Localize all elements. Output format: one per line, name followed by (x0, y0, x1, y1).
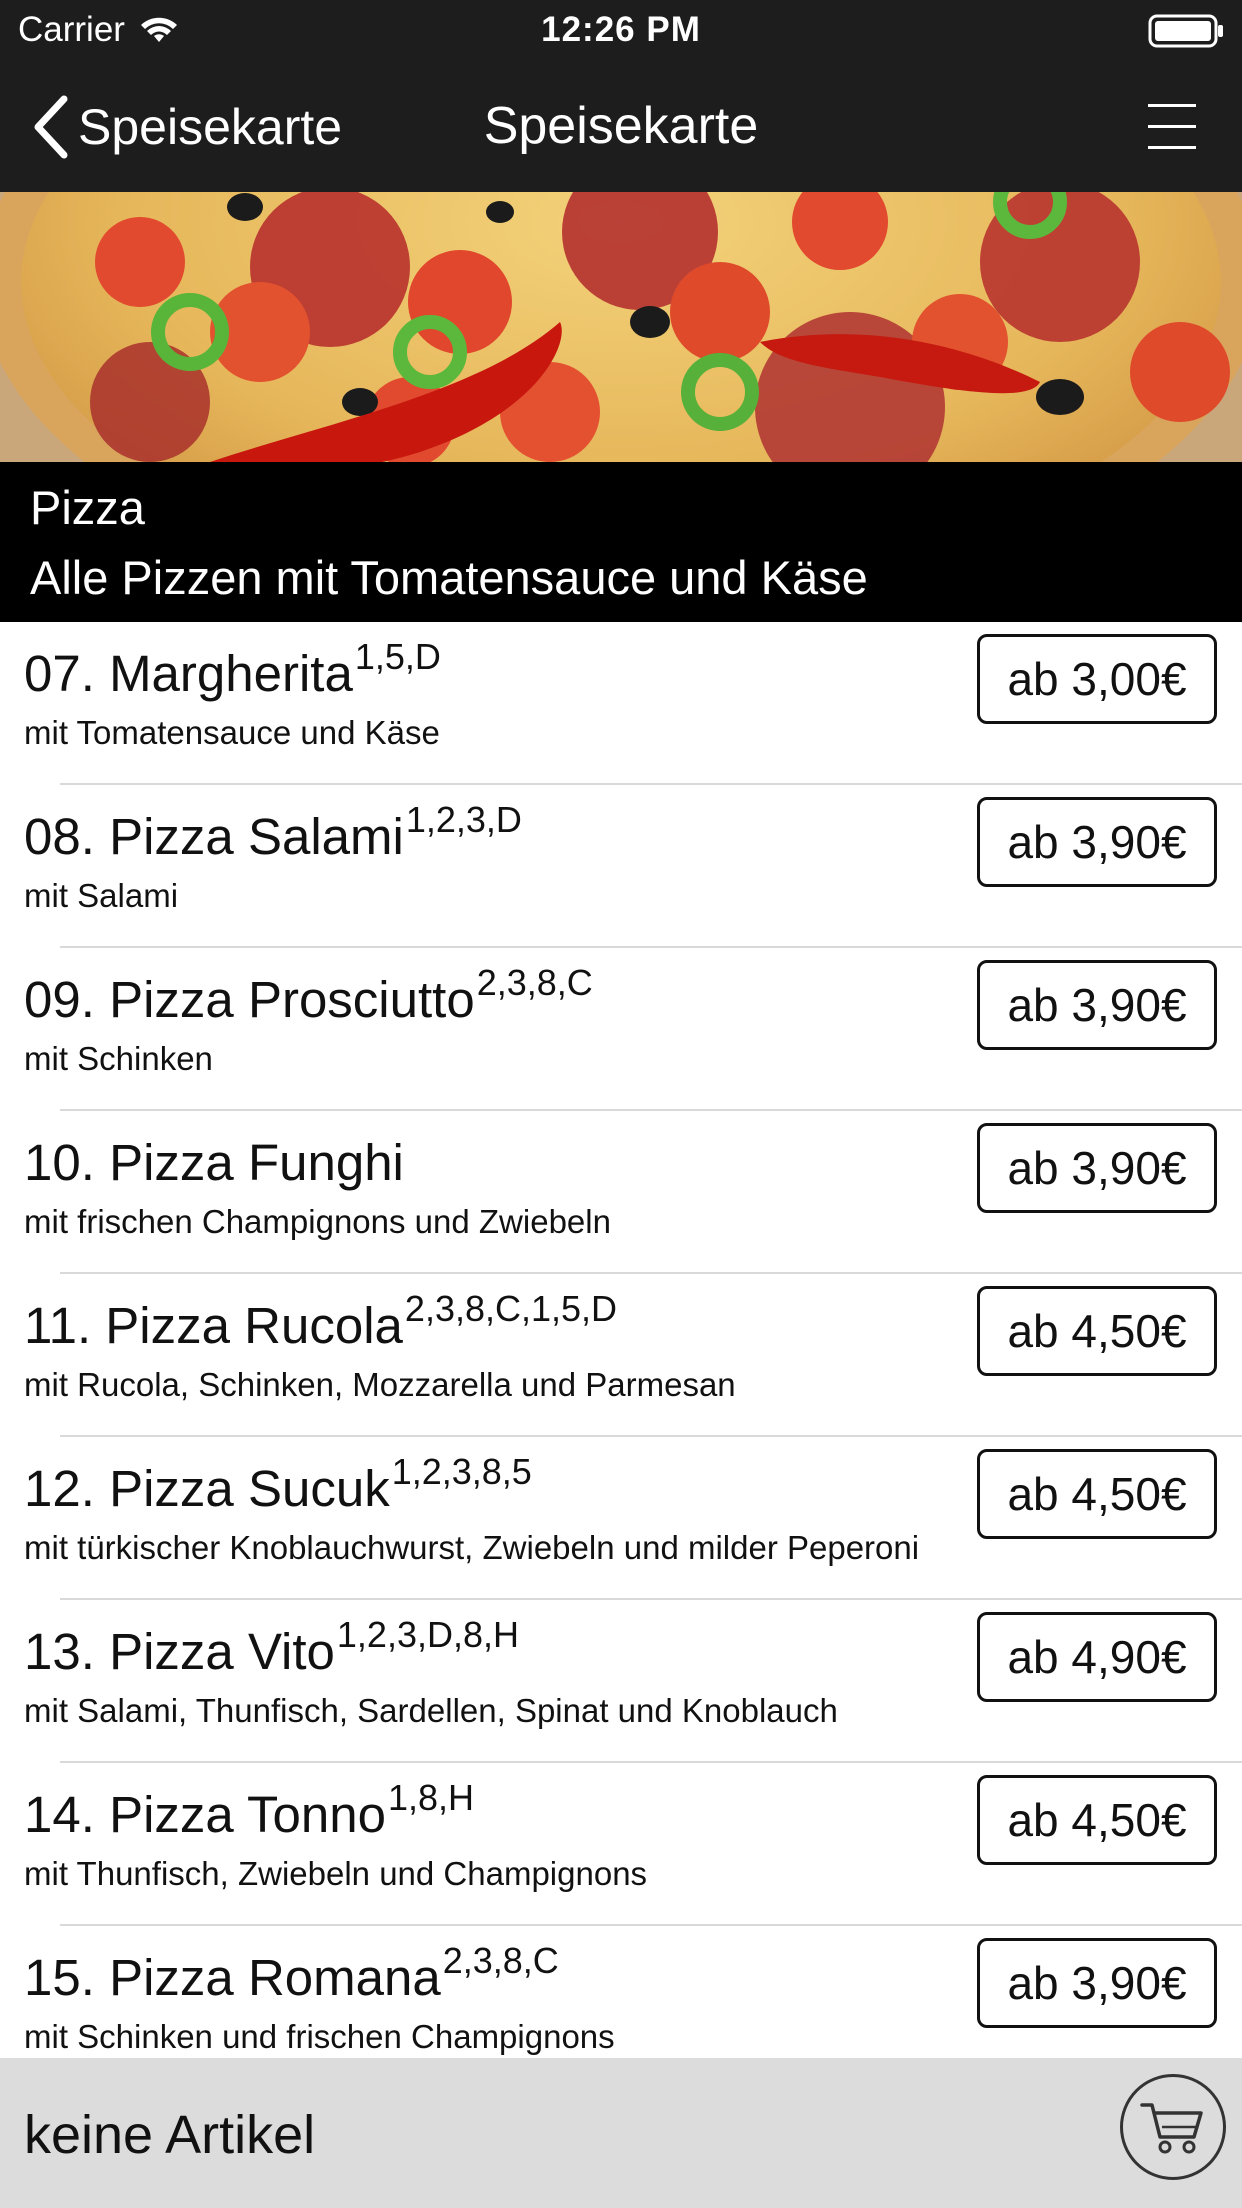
menu-item[interactable]: 12. Pizza Sucuk1,2,3,8,5 mit türkischer … (0, 1437, 1242, 1600)
menu-item-allergens: 2,3,8,C (476, 962, 593, 1003)
menu-item[interactable]: 09. Pizza Prosciutto2,3,8,C mit Schinken… (0, 948, 1242, 1111)
menu-item-name: 14. Pizza Tonno (24, 1786, 386, 1843)
menu-item-allergens: 1,2,3,D (405, 799, 522, 840)
menu-item-title: 08. Pizza Salami1,2,3,D (24, 799, 522, 866)
page-title: Speisekarte (0, 96, 1242, 156)
menu-item-allergens: 1,2,3,D,8,H (336, 1614, 519, 1655)
menu-item-description: mit Salami, Thunfisch, Sardellen, Spinat… (24, 1692, 838, 1729)
menu-item-allergens: 1,2,3,8,5 (391, 1451, 532, 1492)
cart-button[interactable] (1120, 2074, 1226, 2180)
menu-item-title: 10. Pizza Funghi (24, 1133, 406, 1192)
menu-item-price-button[interactable]: ab 3,90€ (977, 1938, 1217, 2028)
menu-item-price-button[interactable]: ab 3,90€ (977, 960, 1217, 1050)
menu-item[interactable]: 08. Pizza Salami1,2,3,D mit Salami ab 3,… (0, 785, 1242, 948)
shopping-cart-icon (1140, 2103, 1203, 2154)
menu-item-title: 15. Pizza Romana2,3,8,C (24, 1940, 559, 2007)
menu-item[interactable]: 14. Pizza Tonno1,8,H mit Thunfisch, Zwie… (0, 1763, 1242, 1926)
category-header: Pizza Alle Pizzen mit Tomatensauce und K… (0, 462, 1242, 622)
menu-item-allergens: 1,5,D (354, 636, 441, 677)
menu-item-description: mit Salami (24, 877, 179, 914)
menu-item-title: 12. Pizza Sucuk1,2,3,8,5 (24, 1451, 532, 1518)
menu-item[interactable]: 07. Margherita1,5,D mit Tomatensauce und… (0, 622, 1242, 785)
menu-item-price-button[interactable]: ab 4,50€ (977, 1286, 1217, 1376)
menu-item-description: mit Schinken (24, 1040, 213, 1077)
menu-item-allergens: 1,8,H (387, 1777, 475, 1818)
menu-item-description: mit frischen Champignons und Zwiebeln (24, 1203, 611, 1240)
menu-item-name: 11. Pizza Rucola (24, 1297, 403, 1354)
battery-icon (1148, 14, 1223, 48)
status-time: 12:26 PM (541, 10, 701, 49)
menu-item[interactable]: 13. Pizza Vito1,2,3,D,8,H mit Salami, Th… (0, 1600, 1242, 1763)
menu-item-title: 09. Pizza Prosciutto2,3,8,C (24, 962, 593, 1029)
menu-item-allergens: 2,3,8,C (442, 1940, 559, 1981)
menu-item-title: 11. Pizza Rucola2,3,8,C,1,5,D (24, 1288, 617, 1355)
menu-item-name: 10. Pizza Funghi (24, 1134, 404, 1191)
menu-item-name: 07. Margherita (24, 645, 353, 702)
menu-item[interactable]: 10. Pizza Funghi mit frischen Champignon… (0, 1111, 1242, 1274)
page-title-text: Speisekarte (483, 97, 759, 155)
pizza-image (0, 192, 1242, 462)
menu-item-description: mit Rucola, Schinken, Mozzarella und Par… (24, 1366, 736, 1403)
navigation-bar: Speisekarte Speisekarte (0, 62, 1242, 192)
cart-status-label: keine Artikel (24, 2105, 316, 2165)
menu-item-title: 14. Pizza Tonno1,8,H (24, 1777, 474, 1844)
cart-bar[interactable]: keine Artikel (0, 2058, 1242, 2208)
menu-item-price-button[interactable]: ab 3,90€ (977, 797, 1217, 887)
category-hero-image (0, 192, 1242, 462)
hamburger-menu-icon[interactable] (1142, 96, 1202, 156)
menu-item-description: mit türkischer Knoblauchwurst, Zwiebeln … (24, 1529, 920, 1566)
menu-item[interactable]: 11. Pizza Rucola2,3,8,C,1,5,D mit Rucola… (0, 1274, 1242, 1437)
menu-item-price-button[interactable]: ab 4,50€ (977, 1449, 1217, 1539)
menu-item-description: mit Schinken und frischen Champignons (24, 2018, 615, 2055)
menu-item-name: 09. Pizza Prosciutto (24, 971, 475, 1028)
menu-item-list[interactable]: 07. Margherita1,5,D mit Tomatensauce und… (0, 622, 1242, 2058)
menu-item-name: 08. Pizza Salami (24, 808, 404, 865)
menu-item-price-button[interactable]: ab 3,90€ (977, 1123, 1217, 1213)
category-name: Pizza (30, 481, 145, 534)
menu-item-name: 13. Pizza Vito (24, 1623, 335, 1680)
menu-item-price-button[interactable]: ab 4,90€ (977, 1612, 1217, 1702)
status-bar: Carrier 12:26 PM (0, 0, 1242, 62)
menu-item-description: mit Thunfisch, Zwiebeln und Champignons (24, 1855, 648, 1892)
menu-item-description: mit Tomatensauce und Käse (24, 714, 440, 751)
menu-item[interactable]: 15. Pizza Romana2,3,8,C mit Schinken und… (0, 1926, 1242, 2058)
menu-item-price-button[interactable]: ab 3,00€ (977, 634, 1217, 724)
menu-item-title: 13. Pizza Vito1,2,3,D,8,H (24, 1614, 519, 1681)
menu-item-price-button[interactable]: ab 4,50€ (977, 1775, 1217, 1865)
menu-item-name: 12. Pizza Sucuk (24, 1460, 390, 1517)
menu-item-allergens: 2,3,8,C,1,5,D (404, 1288, 618, 1329)
category-description: Alle Pizzen mit Tomatensauce und Käse (30, 551, 868, 604)
menu-item-name: 15. Pizza Romana (24, 1949, 441, 2006)
menu-item-title: 07. Margherita1,5,D (24, 636, 441, 703)
